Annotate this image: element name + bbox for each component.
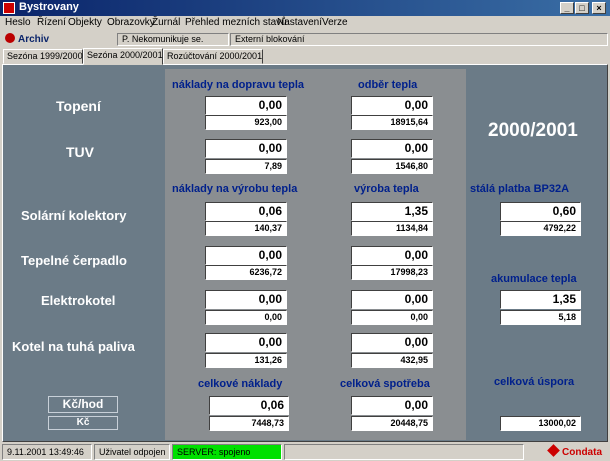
kotel-naklady-value: 0,00 [205,333,287,352]
row-label-solar: Solární kolektory [21,208,127,223]
tuv-odber-value: 0,00 [351,139,433,158]
kotel-naklady-total: 131,26 [205,353,287,368]
cerpadlo-vyroba-value: 0,00 [351,246,433,265]
tuv-naklady-total: 7,89 [205,159,287,174]
condata-logo-icon [547,444,560,457]
total-naklady-sum: 7448,73 [209,416,289,431]
maximize-button[interactable]: □ [575,2,589,14]
minimize-button[interactable]: _ [560,2,574,14]
elektro-vyroba-total: 0,00 [351,310,433,325]
status-datetime: 9.11.2001 13:49:46 [2,444,92,460]
menu-rizeni[interactable]: Řízení [37,17,66,28]
header-naklady-vyroba: náklady na výrobu tepla [172,183,298,195]
akumulace-total: 5,18 [500,310,581,325]
menu-bar: Heslo Řízení Objekty Obrazovky Žurnál Př… [0,16,610,31]
elektro-vyroba-value: 0,00 [351,290,433,309]
tab-rozuctovani[interactable]: Rozúčtování 2000/2001 [163,49,263,64]
solar-vyroba-value: 1,35 [351,202,433,221]
archive-icon [5,33,15,43]
comm-status-field: P. Nekomunikuje se. [117,33,229,46]
total-spotreba-value: 0,00 [351,396,433,415]
menu-objekty[interactable]: Objekty [68,17,102,28]
row-label-elektro: Elektrokotel [41,293,116,308]
tab-season-2000[interactable]: Sezóna 2000/2001 [83,48,163,65]
menu-obrazovky[interactable]: Obrazovky [107,17,155,28]
menu-verze[interactable]: Verze [322,17,348,28]
header-stala-platba: stálá platba BP32A [470,183,570,195]
total-naklady-value: 0,06 [209,396,289,415]
total-spotreba-sum: 20448,75 [351,416,433,431]
title-bar: Bystrovany _ □ × [0,0,610,16]
solar-naklady-value: 0,06 [205,202,287,221]
row-label-tuv: TUV [66,144,94,160]
archiv-button[interactable]: Archiv [5,33,49,45]
season-label: 2000/2001 [488,120,578,141]
window-title: Bystrovany [19,1,79,13]
row-label-kotel: Kotel na tuhá paliva [12,339,135,354]
header-naklady-doprava: náklady na dopravu tepla [172,79,305,91]
app-icon [3,2,15,14]
topeni-odber-total: 18915,64 [351,115,433,130]
close-button[interactable]: × [592,2,606,14]
header-odber: odběr tepla [358,79,418,91]
tuv-naklady-value: 0,00 [205,139,287,158]
akumulace-value: 1,35 [500,290,581,309]
unit-kc-button[interactable]: Kč [48,416,118,430]
kotel-vyroba-total: 432,95 [351,353,433,368]
menu-nastaveni[interactable]: Nastavení [277,17,322,28]
topeni-naklady-value: 0,00 [205,96,287,115]
elektro-naklady-total: 0,00 [205,310,287,325]
uspora-total: 13000,02 [500,416,581,431]
brand-logo: Condata [547,444,602,458]
unit-kc-hod-button[interactable]: Kč/hod [48,396,118,413]
solar-vyroba-total: 1134,84 [351,221,433,236]
cerpadlo-vyroba-total: 17998,23 [351,265,433,280]
topeni-naklady-total: 923,00 [205,115,287,130]
status-user: Uživatel odpojen [94,444,170,460]
cerpadlo-naklady-total: 6236,72 [205,265,287,280]
header-vyroba: výroba tepla [354,183,419,195]
tab-season-1999[interactable]: Sezóna 1999/2000 [3,49,83,64]
menu-zurnal[interactable]: Žurnál [152,17,180,28]
toolbar: Archiv P. Nekomunikuje se. Externí bloko… [0,32,610,47]
tab-strip: Sezóna 1999/2000 Sezóna 2000/2001 Rozúčt… [0,48,610,65]
menu-prehled[interactable]: Přehled mezních stavů [185,17,287,28]
external-block-field: Externí blokování [230,33,608,46]
solar-naklady-total: 140,37 [205,221,287,236]
kotel-vyroba-value: 0,00 [351,333,433,352]
header-celkova-uspora: celková úspora [494,376,575,388]
topeni-odber-value: 0,00 [351,96,433,115]
tuv-odber-total: 1546,80 [351,159,433,174]
elektro-naklady-value: 0,00 [205,290,287,309]
brand-label: Condata [562,447,602,458]
cerpadlo-naklady-value: 0,00 [205,246,287,265]
stala-platba-total: 4792,22 [500,221,581,236]
stala-platba-value: 0,60 [500,202,581,221]
status-bar: 9.11.2001 13:49:46 Uživatel odpojen SERV… [0,443,610,461]
archiv-label: Archiv [18,34,50,45]
status-empty-field [284,444,524,460]
status-server: SERVER: spojeno [172,444,282,460]
row-label-topeni: Topení [56,98,101,114]
header-celkove-naklady: celkové náklady [198,378,283,390]
header-celkova-spotreba: celková spotřeba [340,378,430,390]
menu-heslo[interactable]: Heslo [5,17,31,28]
header-akumulace: akumulace tepla [491,273,577,285]
row-label-cerpadlo: Tepelné čerpadlo [21,253,127,268]
